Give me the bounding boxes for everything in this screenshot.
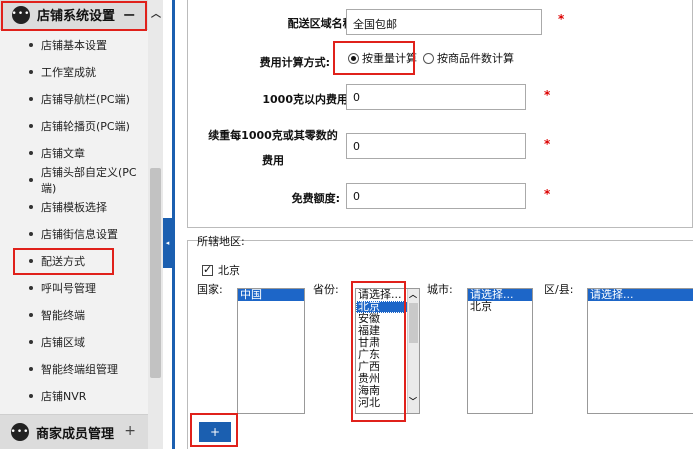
more-dots-icon: •••: [12, 5, 30, 24]
region-name-input[interactable]: 全国包邮: [346, 9, 542, 35]
district-option[interactable]: 请选择...: [588, 289, 693, 301]
sidebar-item-store-carousel[interactable]: 店铺轮播页(PC端): [0, 112, 148, 139]
sidebar-collapse-handle[interactable]: ◂: [163, 218, 172, 268]
sidebar-item-label: 智能终端: [41, 308, 85, 322]
region-checkbox-label: 北京: [218, 264, 240, 277]
bullet-icon: [29, 204, 33, 209]
radio-by-quantity-label[interactable]: 按商品件数计算: [437, 50, 514, 66]
province-scrollbar[interactable]: ︿ ﹀: [407, 289, 419, 413]
chevron-left-icon: ◂: [165, 239, 170, 247]
scrollbar-thumb[interactable]: [409, 303, 418, 343]
sidebar-item-label: 店铺导航栏(PC端): [41, 92, 130, 106]
radio-by-weight[interactable]: [348, 52, 359, 64]
delivery-form: 配送区域名称: 全国包邮 * 费用计算方式: 按重量计算 按商品件数计算 100…: [187, 0, 693, 228]
sidebar-group-title: 店铺系统设置: [37, 9, 116, 24]
country-option[interactable]: 中国: [238, 289, 304, 301]
bullet-icon: [29, 258, 33, 263]
fee-method-label: 费用计算方式:: [259, 56, 330, 69]
required-mark: *: [544, 88, 551, 102]
sidebar-item-label: 店铺文章: [41, 146, 85, 160]
sidebar-item-delivery-method[interactable]: 配送方式: [0, 247, 148, 274]
sidebar-item-call-number[interactable]: 呼叫号管理: [0, 274, 148, 301]
add-region-button[interactable]: +: [199, 422, 231, 442]
base-fee-label: 1000克以内费用: [262, 93, 348, 106]
sidebar-item-store-template[interactable]: 店铺模板选择: [0, 193, 148, 220]
region-checkbox[interactable]: [202, 263, 213, 276]
more-dots-icon: •••: [11, 423, 29, 441]
sidebar-item-store-area[interactable]: 店铺区域: [0, 328, 148, 355]
sidebar-item-label: 店铺区域: [41, 335, 85, 349]
sidebar-item-label: 店铺街信息设置: [41, 227, 118, 241]
region-checkbox-row: 北京: [202, 262, 240, 278]
bullet-icon: [29, 177, 33, 182]
region-legend: 所辖地区:: [197, 235, 245, 248]
sidebar-item-label: 智能终端组管理: [41, 362, 118, 376]
expand-icon[interactable]: +: [124, 423, 136, 439]
sidebar-item-label: 店铺模板选择: [41, 200, 107, 214]
radio-by-quantity[interactable]: [423, 52, 434, 64]
region-name-label: 配送区域名称:: [287, 17, 358, 30]
bullet-icon: [29, 150, 33, 155]
bullet-icon: [29, 366, 33, 371]
province-label: 省份:: [313, 283, 339, 296]
required-mark: *: [558, 12, 565, 26]
bullet-icon: [29, 96, 33, 101]
chevron-up-icon[interactable]: ︿: [409, 289, 417, 300]
country-label: 国家:: [197, 283, 223, 296]
chevron-down-icon[interactable]: ﹀: [409, 396, 417, 407]
bullet-icon: [29, 69, 33, 74]
bullet-icon: [29, 285, 33, 290]
sidebar-item-label: 店铺轮播页(PC端): [41, 119, 130, 133]
fee-method-radio-group: 按重量计算 按商品件数计算: [348, 50, 514, 66]
required-mark: *: [544, 187, 551, 201]
bullet-icon: [29, 123, 33, 128]
scrollbar-thumb[interactable]: [150, 168, 161, 378]
sidebar-group-merchant-members[interactable]: ••• 商家成员管理 +: [0, 414, 148, 449]
sidebar-item-smart-terminal[interactable]: 智能终端: [0, 301, 148, 328]
country-listbox[interactable]: 中国: [237, 288, 305, 414]
bullet-icon: [29, 42, 33, 47]
district-listbox[interactable]: 请选择...: [587, 288, 693, 414]
free-amount-input[interactable]: 0: [346, 183, 526, 209]
extra-fee-label-line2: 费用: [262, 154, 284, 167]
sidebar-item-label: 呼叫号管理: [41, 281, 96, 295]
sidebar-item-label: 工作室成就: [41, 65, 96, 79]
sidebar-item-store-articles[interactable]: 店铺文章: [0, 139, 148, 166]
sidebar-item-label: 店铺头部自定义(PC端): [41, 165, 137, 195]
sidebar-scrollbar[interactable]: ︿: [148, 0, 163, 449]
sidebar-item-store-header-custom[interactable]: 店铺头部自定义(PC端): [0, 165, 148, 195]
extra-fee-input[interactable]: 0: [346, 133, 526, 159]
sidebar-group-store-settings[interactable]: ••• 店铺系统设置 −: [0, 0, 148, 30]
sidebar-group-title: 商家成员管理: [36, 426, 115, 442]
city-label: 城市:: [427, 283, 453, 296]
city-listbox[interactable]: 请选择... 北京: [467, 288, 533, 414]
chevron-up-icon[interactable]: ︿: [151, 5, 161, 20]
main-panel: 配送区域名称: 全国包邮 * 费用计算方式: 按重量计算 按商品件数计算 100…: [175, 0, 693, 449]
required-mark: *: [544, 137, 551, 151]
sidebar-item-store-navbar[interactable]: 店铺导航栏(PC端): [0, 85, 148, 112]
sidebar-item-terminal-group[interactable]: 智能终端组管理: [0, 355, 148, 382]
radio-by-weight-label[interactable]: 按重量计算: [362, 50, 417, 66]
bullet-icon: [29, 339, 33, 344]
sidebar-item-label: 配送方式: [41, 254, 85, 268]
sidebar-item-store-street-info[interactable]: 店铺街信息设置: [0, 220, 148, 247]
app-window: ••• 店铺系统设置 − 店铺基本设置 工作室成就 店铺导航栏(PC端) 店铺轮…: [0, 0, 693, 449]
bullet-icon: [29, 231, 33, 236]
district-label: 区/县:: [544, 283, 574, 296]
bullet-icon: [29, 312, 33, 317]
sidebar-item-label: 店铺基本设置: [41, 38, 107, 52]
collapse-icon[interactable]: −: [123, 5, 136, 24]
sidebar-item-store-basic-settings[interactable]: 店铺基本设置: [0, 31, 148, 58]
sidebar: ••• 店铺系统设置 − 店铺基本设置 工作室成就 店铺导航栏(PC端) 店铺轮…: [0, 0, 148, 449]
bullet-icon: [29, 393, 33, 398]
free-amount-label: 免费额度:: [291, 192, 340, 205]
sidebar-item-studio-achievements[interactable]: 工作室成就: [0, 58, 148, 85]
sidebar-item-label: 店铺NVR: [41, 389, 87, 403]
base-fee-input[interactable]: 0: [346, 84, 526, 110]
city-option[interactable]: 北京: [468, 301, 532, 313]
sidebar-item-store-nvr[interactable]: 店铺NVR: [0, 382, 148, 409]
sidebar-menu: 店铺基本设置 工作室成就 店铺导航栏(PC端) 店铺轮播页(PC端) 店铺文章 …: [0, 31, 148, 409]
province-listbox[interactable]: 请选择... 北京 安徽 福建 甘肃 广东 广西 贵州 海南 河北 ︿ ﹀: [355, 288, 420, 414]
extra-fee-label-line1: 续重每1000克或其零数的: [208, 129, 338, 142]
